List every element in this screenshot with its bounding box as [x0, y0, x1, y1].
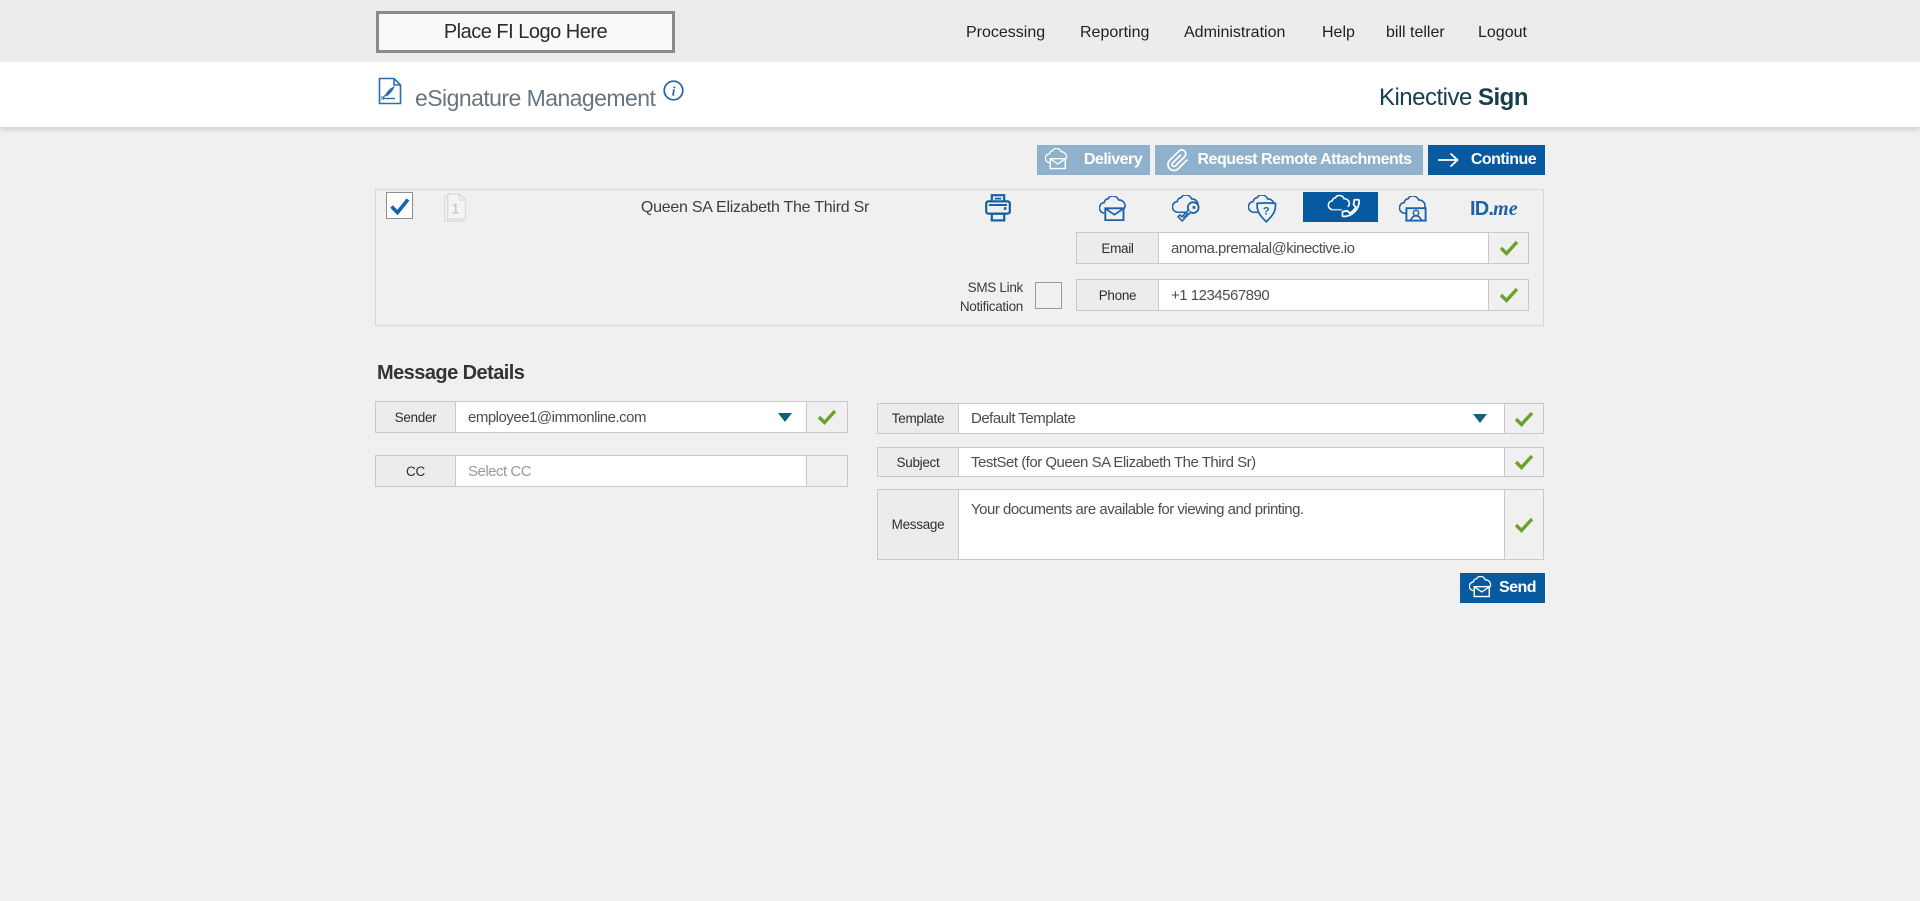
- svg-text:1: 1: [451, 201, 459, 218]
- svg-text:i: i: [672, 84, 676, 99]
- svg-text:?: ?: [1263, 206, 1270, 218]
- svg-text:x: x: [381, 95, 385, 102]
